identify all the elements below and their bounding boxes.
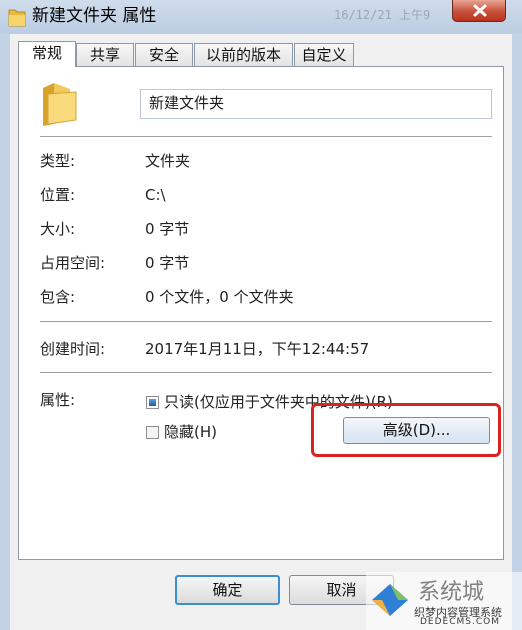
created-label: 创建时间: (40, 340, 106, 358)
watermark-logo-text: 系统城 (418, 580, 484, 605)
background-window-text: 16/12/21 上午9 (334, 8, 431, 22)
folder-icon (8, 9, 26, 27)
tab-sharing[interactable]: 共享 (76, 43, 134, 66)
general-tab-panel (18, 66, 504, 560)
window-frame-left (0, 34, 10, 630)
location-label: 位置: (40, 186, 76, 204)
type-value: 文件夹 (145, 152, 191, 170)
tab-general[interactable]: 常规 (18, 41, 76, 67)
watermark-domain: DEDECMS.COM (420, 617, 500, 627)
attributes-label: 属性: (40, 391, 76, 409)
hidden-checkbox[interactable] (146, 426, 159, 439)
folder-name-input[interactable]: 新建文件夹 (140, 89, 492, 119)
location-value: C:\ (145, 186, 166, 204)
folder-large-icon (43, 83, 77, 126)
size-label: 大小: (40, 220, 76, 238)
divider (40, 372, 492, 374)
window-title: 新建文件夹 属性 (32, 6, 157, 26)
readonly-label[interactable]: 只读(仅应用于文件夹中的文件)(R) (164, 392, 393, 412)
divider (40, 321, 492, 323)
close-icon (473, 4, 487, 17)
readonly-checkbox[interactable] (146, 396, 159, 409)
divider (40, 136, 492, 138)
size-value: 0 字节 (145, 220, 190, 238)
contains-label: 包含: (40, 288, 76, 306)
size-on-disk-label: 占用空间: (40, 254, 106, 272)
tab-previous-versions[interactable]: 以前的版本 (194, 43, 293, 66)
size-on-disk-value: 0 字节 (145, 254, 190, 272)
close-button[interactable] (452, 0, 506, 22)
tab-security[interactable]: 安全 (135, 43, 193, 66)
window-frame-right (512, 34, 522, 630)
hidden-label[interactable]: 隐藏(H) (164, 422, 217, 442)
contains-value: 0 个文件，0 个文件夹 (145, 288, 294, 306)
type-label: 类型: (40, 152, 76, 170)
advanced-button[interactable]: 高级(D)... (343, 417, 490, 444)
tab-customize[interactable]: 自定义 (294, 43, 354, 66)
created-value: 2017年1月11日，下午12:44:57 (145, 340, 370, 358)
window-title-bar[interactable]: 新建文件夹 属性 16/12/21 上午9 (0, 0, 522, 34)
ok-button[interactable]: 确定 (175, 575, 280, 605)
